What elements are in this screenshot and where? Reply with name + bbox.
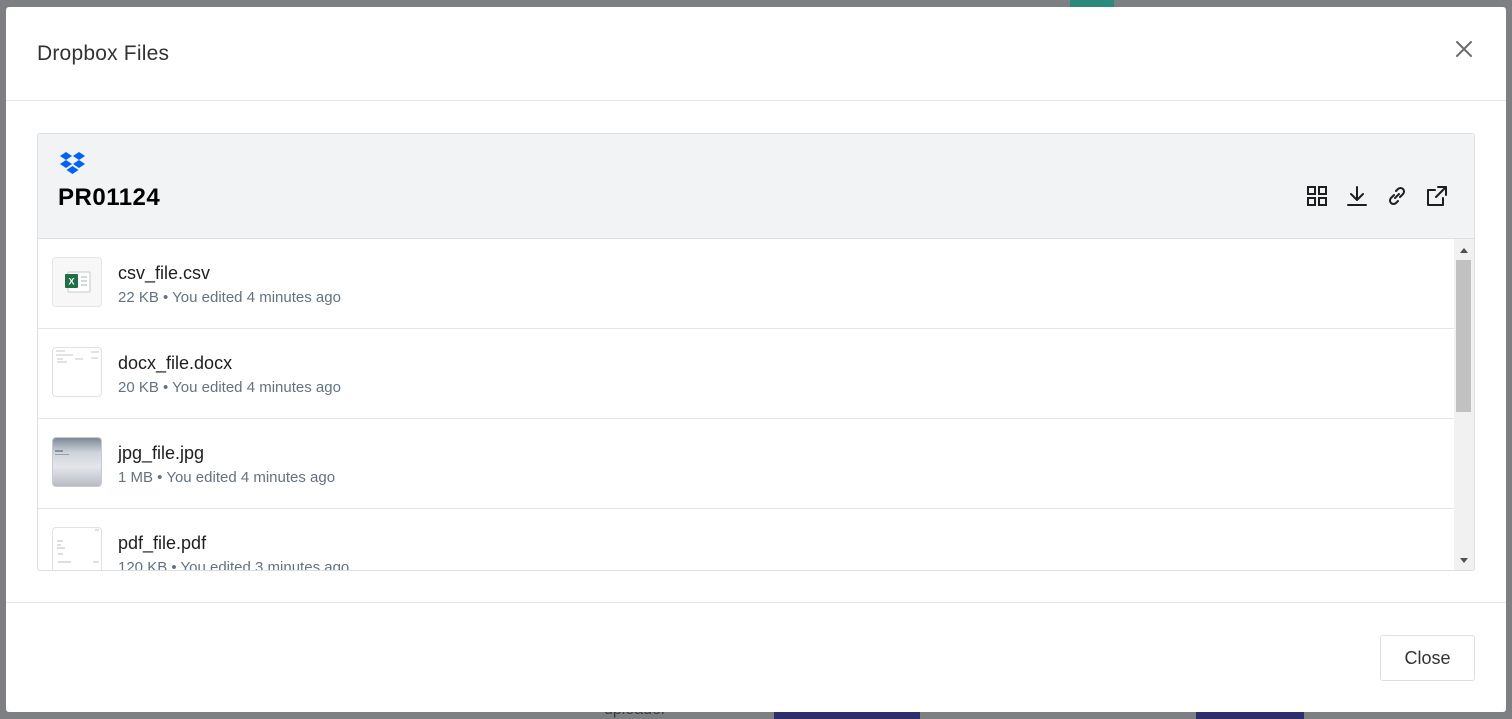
- file-name: pdf_file.pdf: [118, 533, 207, 553]
- modal-header: Dropbox Files: [6, 7, 1506, 101]
- file-name: docx_file.docx: [118, 353, 233, 373]
- file-meta: 22 KB • You edited 4 minutes ago: [118, 289, 341, 306]
- dropbox-files-modal: Dropbox Files PR01124 X csv_file.csv 22 …: [6, 7, 1506, 712]
- download-icon[interactable]: [1345, 184, 1369, 208]
- file-row[interactable]: pdf_file.pdf 120 KB • You edited 3 minut…: [38, 509, 1454, 570]
- modal-footer: Close: [6, 602, 1506, 712]
- file-list: X csv_file.csv 22 KB • You edited 4 minu…: [38, 239, 1454, 570]
- file-name: jpg_file.jpg: [118, 443, 205, 463]
- modal-title: Dropbox Files: [37, 42, 170, 65]
- scroll-down-arrow-icon[interactable]: [1454, 554, 1474, 566]
- svg-text:X: X: [68, 277, 74, 287]
- dropbox-folder-panel: PR01124 X csv_file.csv 22 KB • You edite…: [37, 133, 1475, 571]
- image-thumbnail: [52, 437, 102, 487]
- link-icon[interactable]: [1385, 184, 1409, 208]
- file-list-scrollbar[interactable]: [1454, 239, 1474, 570]
- file-meta: 120 KB • You edited 3 minutes ago: [118, 559, 350, 570]
- background-app-element: [774, 712, 920, 719]
- file-row[interactable]: docx_file.docx 20 KB • You edited 4 minu…: [38, 329, 1454, 419]
- file-row[interactable]: jpg_file.jpg 1 MB • You edited 4 minutes…: [38, 419, 1454, 509]
- spreadsheet-icon: X: [52, 257, 102, 307]
- grid-view-icon[interactable]: [1305, 184, 1329, 208]
- folder-header: PR01124: [38, 134, 1474, 239]
- pdf-thumbnail: [52, 527, 102, 570]
- open-external-icon[interactable]: [1425, 184, 1449, 208]
- file-name: csv_file.csv: [118, 263, 211, 283]
- close-icon[interactable]: [1452, 37, 1476, 61]
- scroll-up-arrow-icon[interactable]: [1454, 243, 1474, 255]
- file-meta: 1 MB • You edited 4 minutes ago: [118, 469, 336, 486]
- folder-name: PR01124: [58, 184, 161, 211]
- close-button[interactable]: Close: [1380, 635, 1475, 681]
- scrollbar-thumb[interactable]: [1456, 260, 1471, 412]
- file-row[interactable]: X csv_file.csv 22 KB • You edited 4 minu…: [38, 239, 1454, 329]
- background-app-element: [1070, 0, 1114, 7]
- document-thumbnail: [52, 347, 102, 397]
- dropbox-logo-icon: [59, 151, 87, 175]
- background-app-element: [1196, 712, 1304, 719]
- file-meta: 20 KB • You edited 4 minutes ago: [118, 379, 341, 396]
